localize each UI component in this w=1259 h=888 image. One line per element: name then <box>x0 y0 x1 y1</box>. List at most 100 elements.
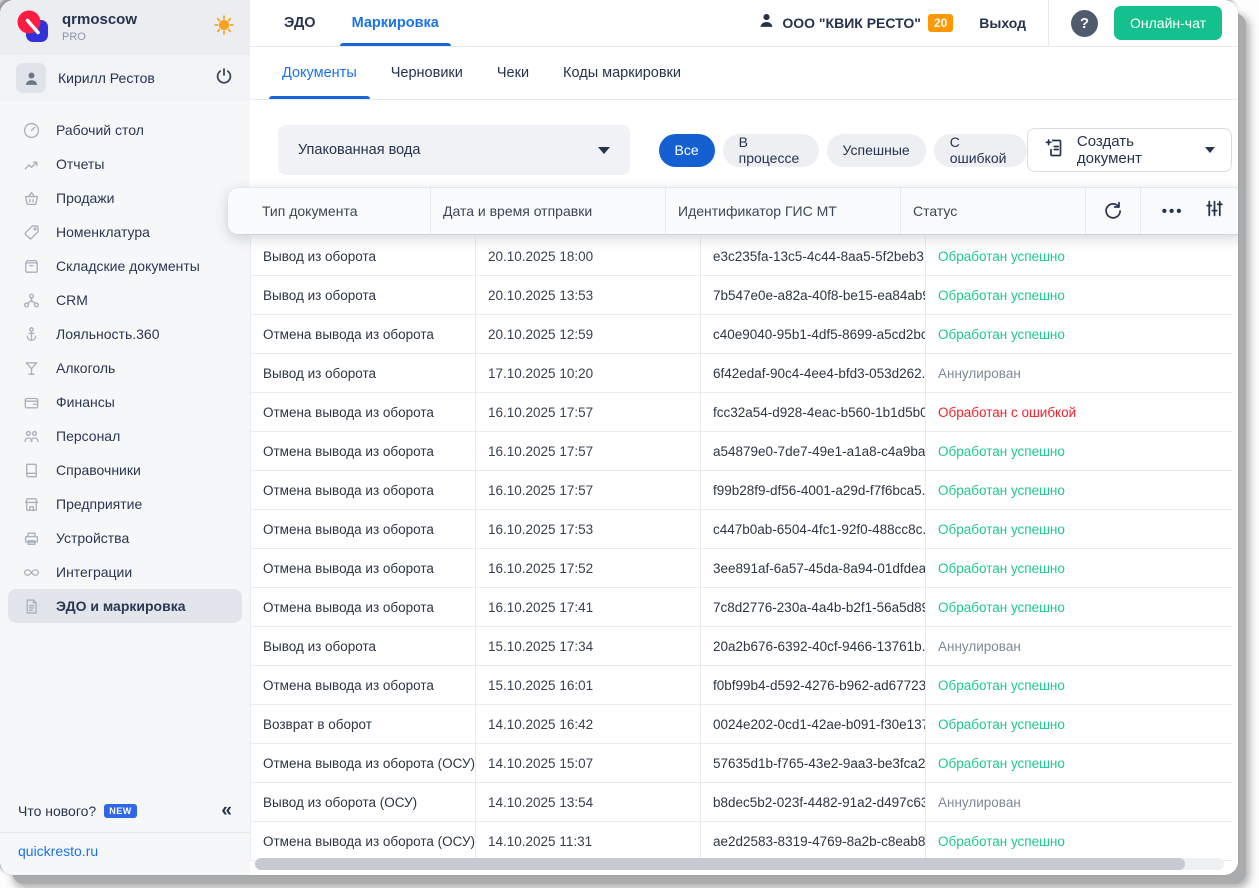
sidebar-item-warehouse[interactable]: Складские документы <box>8 249 242 283</box>
sidebar-item-dashboard[interactable]: Рабочий стол <box>8 113 242 147</box>
sidebar-item-devices[interactable]: Устройства <box>8 521 242 555</box>
org-name: ООО "КВИК РЕСТО" <box>782 15 921 31</box>
table-row[interactable]: Отмена вывода из оборота 20.10.2025 12:59… <box>250 315 1232 354</box>
sidebar-item-label: Финансы <box>56 394 115 410</box>
online-chat-button[interactable]: Онлайн-чат <box>1114 6 1222 40</box>
status-chip-0[interactable]: Все <box>658 133 715 167</box>
status-cell: Обработан успешно <box>938 677 1065 693</box>
sidebar-item-edo[interactable]: ЭДО и маркировка <box>8 589 242 623</box>
table-row[interactable]: Отмена вывода из оборота 16.10.2025 17:41… <box>250 588 1232 627</box>
table-row[interactable]: Отмена вывода из оборота 16.10.2025 17:53… <box>250 510 1232 549</box>
document-type-cell: Отмена вывода из оборота <box>251 315 476 353</box>
table-row[interactable]: Отмена вывода из оборота (ОСУ) 14.10.2025… <box>250 822 1232 861</box>
sidebar-item-alcohol[interactable]: Алкоголь <box>8 351 242 385</box>
table-row[interactable]: Вывод из оборота 20.10.2025 13:53 7b547e0e… <box>250 276 1232 315</box>
column-header-type[interactable]: Тип документа <box>228 188 430 234</box>
brand-header: qrmoscow PRO <box>0 0 250 55</box>
brand-name: qrmoscow <box>62 11 138 29</box>
table-row[interactable]: Вывод из оборота 15.10.2025 17:34 20a2b676… <box>250 627 1232 666</box>
sent-datetime-cell: 14.10.2025 15:07 <box>476 744 701 782</box>
sidebar-item-label: Предприятие <box>56 496 143 512</box>
status-cell: Обработан успешно <box>938 482 1065 498</box>
horizontal-scrollbar-thumb[interactable] <box>255 858 1186 870</box>
user-row[interactable]: Кирилл Рестов <box>0 55 250 101</box>
subtab-2[interactable]: Чеки <box>491 47 535 99</box>
table-row[interactable]: Отмена вывода из оборота 16.10.2025 17:57… <box>250 393 1232 432</box>
document-plus-icon <box>1044 137 1066 164</box>
sidebar-item-label: ЭДО и маркировка <box>56 598 186 614</box>
create-document-button[interactable]: Создать документ <box>1026 128 1232 172</box>
status-chip-2[interactable]: Успешные <box>826 133 926 167</box>
document-type-cell: Отмена вывода из оборота <box>251 471 476 509</box>
status-cell: Обработан с ошибкой <box>938 404 1077 420</box>
chevron-down-icon <box>1205 147 1215 153</box>
column-header-gis-mt-id[interactable]: Идентификатор ГИС МТ <box>665 188 900 234</box>
site-link[interactable]: quickresto.ru <box>18 843 98 859</box>
table-row[interactable]: Отмена вывода из оборота 15.10.2025 16:01… <box>250 666 1232 705</box>
status-cell: Обработан успешно <box>938 755 1065 771</box>
table-row[interactable]: Отмена вывода из оборота 16.10.2025 17:57… <box>250 432 1232 471</box>
tab-edo[interactable]: ЭДО <box>278 0 322 46</box>
status-chip-3[interactable]: С ошибкой <box>933 133 1027 167</box>
table-row[interactable]: Отмена вывода из оборота (ОСУ) 14.10.2025… <box>250 744 1232 783</box>
status-cell: Обработан успешно <box>938 599 1065 615</box>
document-type-cell: Отмена вывода из оборота <box>251 588 476 626</box>
theme-sun-icon[interactable] <box>212 13 236 42</box>
table-row[interactable]: Отмена вывода из оборота 16.10.2025 17:57… <box>250 471 1232 510</box>
subtab-3[interactable]: Коды маркировки <box>557 47 687 99</box>
sidebar-item-references[interactable]: Справочники <box>8 453 242 487</box>
more-actions-icon[interactable]: ••• <box>1162 203 1184 220</box>
topbar-divider <box>1048 0 1050 46</box>
sidebar-item-label: Складские документы <box>56 258 200 274</box>
table-row[interactable]: Вывод из оборота 20.10.2025 18:00 e3c235fa… <box>250 237 1232 276</box>
product-group-select[interactable]: Упакованная вода <box>278 125 630 175</box>
sidebar-menu: Рабочий стол Отчеты Продажи Номенклатура Скл… <box>0 101 250 791</box>
sent-datetime-cell: 16.10.2025 17:57 <box>476 432 701 470</box>
brand-plan: PRO <box>62 30 86 43</box>
document-type-cell: Вывод из оборота <box>251 627 476 665</box>
sidebar-item-label: Интеграции <box>56 564 133 580</box>
sidebar-item-enterprise[interactable]: Предприятие <box>8 487 242 521</box>
document-type-cell: Возврат в оборот <box>251 705 476 743</box>
sidebar-item-integrations[interactable]: Интеграции <box>8 555 242 589</box>
table-row[interactable]: Отмена вывода из оборота 16.10.2025 17:52… <box>250 549 1232 588</box>
subtab-1[interactable]: Черновики <box>385 47 469 99</box>
collapse-sidebar-icon[interactable]: « <box>221 801 232 820</box>
column-header-status[interactable]: Статус <box>900 188 1085 234</box>
document-type-cell: Отмена вывода из оборота <box>251 666 476 704</box>
table-row[interactable]: Возврат в оборот 14.10.2025 16:42 0024e202… <box>250 705 1232 744</box>
logout-link[interactable]: Выход <box>979 15 1026 31</box>
sidebar-item-finance[interactable]: Финансы <box>8 385 242 419</box>
sidebar-item-staff[interactable]: Персонал <box>8 419 242 453</box>
subtab-0[interactable]: Документы <box>269 47 370 99</box>
tab-markirovka[interactable]: Маркировка <box>339 0 452 46</box>
sidebar-item-loyalty[interactable]: Лояльность.360 <box>8 317 242 351</box>
gis-mt-id-cell: c40e9040-95b1-4df5-8699-a5cd2bc... <box>701 315 926 353</box>
sidebar-item-label: Персонал <box>56 428 121 444</box>
sent-datetime-cell: 20.10.2025 13:53 <box>476 276 701 314</box>
sidebar-item-crm[interactable]: CRM <box>8 283 242 317</box>
gis-mt-id-cell: 7b547e0e-a82a-40f8-be15-ea84ab9... <box>701 276 926 314</box>
whats-new-label: Что нового? <box>18 802 97 819</box>
whats-new-link[interactable]: Что нового? NEW <box>18 803 137 819</box>
nomenclature-icon <box>20 223 42 242</box>
sidebar-item-label: Устройства <box>56 530 130 546</box>
refresh-button[interactable] <box>1085 188 1140 234</box>
column-settings-sliders-icon[interactable] <box>1204 198 1225 224</box>
sidebar-item-label: Номенклатура <box>56 224 150 240</box>
status-chip-1[interactable]: В процессе <box>722 133 819 167</box>
table-row[interactable]: Вывод из оборота 17.10.2025 10:20 6f42edaf… <box>250 354 1232 393</box>
column-header-sent-at[interactable]: Дата и время отправки <box>430 188 665 234</box>
sidebar-item-sales[interactable]: Продажи <box>8 181 242 215</box>
status-cell: Аннулирован <box>938 794 1021 810</box>
crm-icon <box>20 291 42 310</box>
help-button[interactable]: ? <box>1071 9 1099 37</box>
staff-icon <box>20 427 42 446</box>
sidebar-item-reports[interactable]: Отчеты <box>8 147 242 181</box>
organization-switcher[interactable]: ООО "КВИК РЕСТО" 20 <box>758 12 954 34</box>
sidebar-item-nomenclature[interactable]: Номенклатура <box>8 215 242 249</box>
gis-mt-id-cell: 57635d1b-f765-43e2-9aa3-be3fca2... <box>701 744 926 782</box>
logout-power-icon[interactable] <box>214 66 234 91</box>
table-row[interactable]: Вывод из оборота (ОСУ) 14.10.2025 13:54 b8… <box>250 783 1232 822</box>
sent-datetime-cell: 16.10.2025 17:53 <box>476 510 701 548</box>
